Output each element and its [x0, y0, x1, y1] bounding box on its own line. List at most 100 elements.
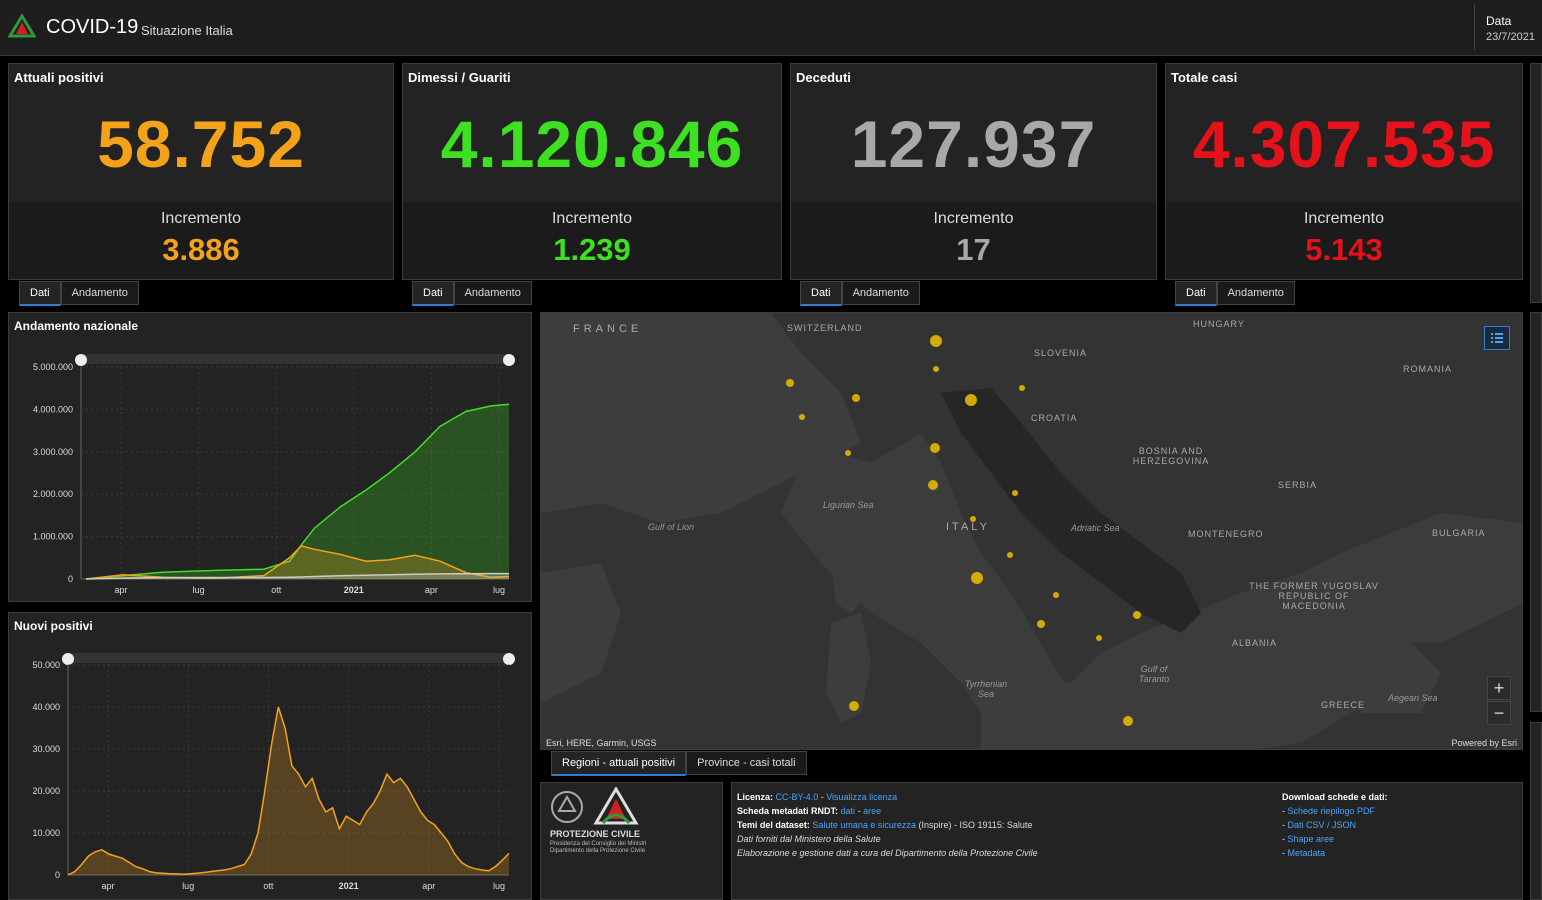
sep: - — [855, 806, 864, 816]
region-dot — [970, 516, 976, 522]
chart-andamento-nazionale: Andamento nazionale 5.000.000 4.000.000 3.… — [8, 312, 532, 602]
x-tick-label: 2021 — [344, 585, 364, 595]
tab-andamento[interactable]: Andamento — [60, 281, 139, 305]
card-title: Dimessi / Guariti — [408, 70, 511, 85]
card-increment-label: Incremento — [1303, 210, 1385, 227]
tab-regioni[interactable]: Regioni - attuali positivi — [551, 751, 687, 776]
y-tick-label: 1.000.000 — [33, 532, 73, 542]
region-dot — [1007, 552, 1013, 558]
zoom-out-button[interactable]: − — [1487, 701, 1511, 725]
tab-dati[interactable]: Dati — [1175, 281, 1217, 306]
protezione-civile-icon — [593, 786, 639, 832]
licenza-link[interactable]: CC-BY-4.0 — [776, 792, 819, 802]
app-subtitle: Situazione Italia — [141, 23, 233, 38]
card-increment-value: 3.886 — [162, 232, 240, 267]
date-label: Data — [1486, 14, 1512, 28]
right-panel-partial-1 — [1530, 63, 1542, 303]
tab-andamento[interactable]: Andamento — [841, 281, 920, 305]
protezione-civile-logo-icon — [7, 13, 37, 45]
y-tick-label: 40.000 — [32, 702, 60, 712]
region-dots — [786, 335, 1141, 726]
app-title: COVID-19 — [46, 16, 139, 38]
card-value: 127.937 — [850, 107, 1097, 181]
tab-dati[interactable]: Dati — [800, 281, 842, 306]
aree-link[interactable]: aree — [863, 806, 881, 816]
card-increment-label: Incremento — [551, 210, 633, 227]
region-dot — [971, 572, 983, 584]
chart-nuovi-positivi: Nuovi positivi 50.000 40.000 30.000 20.000 1… — [8, 612, 532, 900]
x-tick-label: lug — [182, 881, 194, 891]
region-dot — [849, 701, 859, 711]
chart-nuovi-positivi-svg: 50.000 40.000 30.000 20.000 10.000 0 apr lug ott… — [32, 653, 515, 891]
elaborazione: Elaborazione e gestione dati a cura del … — [737, 848, 1038, 858]
card-attuali-positivi: Attuali positivi 58.752 Incremento 3.886 — [8, 63, 394, 280]
licenza-label: Licenza: — [737, 792, 774, 802]
download-shape-link[interactable]: Shape aree — [1288, 834, 1335, 844]
card-value: 4.120.846 — [440, 107, 744, 181]
map-powered-by: Powered by Esri — [1451, 738, 1517, 748]
download-pdf-link[interactable]: Schede riepilogo PDF — [1288, 806, 1376, 816]
range-slider-track — [81, 354, 509, 364]
region-dot — [845, 450, 851, 456]
dati-forniti: Dati forniti dal Ministero della Salute — [737, 834, 881, 844]
x-tick-label: lug — [193, 585, 205, 595]
temi-rest: (Inspire) - ISO 19115: Salute — [918, 820, 1033, 830]
chart-andamento-nazionale-svg: 5.000.000 4.000.000 3.000.000 2.000.000 1.00… — [33, 354, 515, 595]
region-dot — [799, 414, 805, 420]
right-panel-partial-3 — [1530, 722, 1542, 900]
tab-province[interactable]: Province - casi totali — [686, 751, 807, 775]
tab-andamento[interactable]: Andamento — [453, 281, 532, 305]
region-dot — [1133, 611, 1141, 619]
zoom-in-button[interactable]: + — [1487, 676, 1511, 700]
card-deceduti: Deceduti 127.937 Incremento 17 — [790, 63, 1157, 280]
tab-dati[interactable]: Dati — [412, 281, 454, 306]
y-tick-label: 0 — [55, 870, 60, 880]
region-dot — [1123, 716, 1133, 726]
range-slider-handle-left — [75, 354, 87, 366]
card-title: Attuali positivi — [14, 70, 104, 85]
range-slider-handle-left — [62, 653, 74, 665]
y-tick-label: 0 — [68, 574, 73, 584]
x-tick-label: apr — [425, 585, 438, 595]
region-dot — [1037, 620, 1045, 628]
range-slider-handle-right — [503, 653, 515, 665]
download-metadata-link[interactable]: Metadata — [1288, 848, 1326, 858]
tab-andamento[interactable]: Andamento — [1216, 281, 1295, 305]
region-dot — [1096, 635, 1102, 641]
legend-toggle-icon[interactable] — [1484, 326, 1510, 350]
date-box: Data 23/7/2021 — [1474, 4, 1542, 50]
y-tick-label: 3.000.000 — [33, 447, 73, 457]
x-tick-label: apr — [422, 881, 435, 891]
map-view[interactable]: FRANCE SWITZERLAND HUNGARY SLOVENIA ROMA… — [540, 312, 1523, 750]
download-csv-link[interactable]: Dati CSV / JSON — [1288, 820, 1357, 830]
app-header: COVID-19 Situazione Italia Data 23/7/202… — [0, 0, 1542, 56]
card-increment-label: Incremento — [160, 210, 242, 227]
logo-panel: PROTEZIONE CIVILE Presidenza del Consigl… — [540, 782, 723, 900]
region-dot — [928, 480, 938, 490]
card-increment-label: Incremento — [933, 210, 1014, 227]
x-tick-label: lug — [493, 585, 505, 595]
y-tick-label: 2.000.000 — [33, 489, 73, 499]
x-tick-label: ott — [263, 881, 274, 891]
card-totale-casi: Totale casi 4.307.535 Incremento 5.143 — [1165, 63, 1523, 280]
card-value: 4.307.535 — [1192, 107, 1496, 181]
tab-dati[interactable]: Dati — [19, 281, 61, 306]
visualizza-licenza-link[interactable]: Visualizza licenza — [826, 792, 897, 802]
y-tick-label: 5.000.000 — [33, 362, 73, 372]
scheda-label: Scheda metadati RNDT: — [737, 806, 839, 816]
range-slider-handle-right — [503, 354, 515, 366]
logo-name: PROTEZIONE CIVILE — [550, 829, 641, 839]
region-dot — [930, 443, 940, 453]
y-tick-label: 10.000 — [32, 828, 60, 838]
card-dimessi-guariti: Dimessi / Guariti 4.120.846 Incremento 1… — [402, 63, 782, 280]
region-dot — [930, 335, 942, 347]
dati-link[interactable]: dati — [841, 806, 856, 816]
temi-link[interactable]: Salute umana e sicurezza — [812, 820, 916, 830]
y-tick-label: 30.000 — [32, 744, 60, 754]
x-tick-label: apr — [101, 881, 114, 891]
logo-line2: Dipartimento della Protezione Civile — [550, 848, 646, 854]
region-dot — [965, 394, 977, 406]
region-dot — [852, 394, 860, 402]
card-title: Deceduti — [796, 70, 851, 85]
y-tick-label: 20.000 — [32, 786, 60, 796]
